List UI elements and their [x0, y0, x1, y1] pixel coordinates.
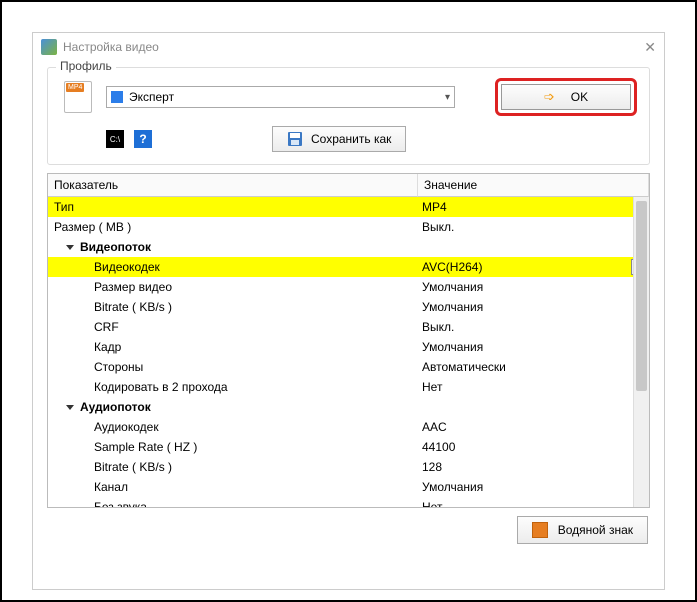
watermark-label: Водяной знак	[558, 523, 633, 537]
row-value: Нет	[422, 380, 442, 394]
row-label: Аудиопоток	[80, 400, 151, 414]
table-header: Показатель Значение	[48, 174, 649, 197]
expand-icon[interactable]	[66, 245, 74, 250]
save-as-button[interactable]: Сохранить как	[272, 126, 406, 152]
row-value: Нет	[422, 500, 442, 507]
header-value[interactable]: Значение	[418, 174, 649, 197]
ok-button-label: OK	[571, 90, 588, 104]
table-row[interactable]: ТипMP4▲	[48, 197, 649, 217]
vertical-scrollbar[interactable]	[633, 197, 649, 507]
dialog-window: Настройка видео ✕ Профиль MP4 Эксперт ▾ …	[32, 32, 665, 590]
table-row[interactable]: Кодировать в 2 прохода Нет	[48, 377, 649, 397]
row-label: Стороны	[54, 360, 143, 374]
watermark-icon	[532, 522, 548, 538]
help-icon[interactable]: ?	[134, 130, 152, 148]
ok-button[interactable]: ➩ OK	[501, 84, 631, 110]
row-label: Тип	[54, 200, 74, 214]
table-row[interactable]: Без звука Нет	[48, 497, 649, 507]
table-row[interactable]: Стороны Автоматически	[48, 357, 649, 377]
table-row[interactable]: Размер ( MB ) Выкл.	[48, 217, 649, 237]
arrow-right-icon: ➩	[544, 89, 555, 105]
row-label: Bitrate ( KB/s )	[54, 460, 172, 474]
row-value: MP4	[422, 200, 447, 214]
row-label: Без звука	[54, 500, 147, 507]
profile-type-icon	[111, 91, 123, 103]
row-label: Sample Rate ( HZ )	[54, 440, 197, 454]
row-label: CRF	[54, 320, 119, 334]
row-value: Автоматически	[422, 360, 506, 374]
table-body: ТипMP4▲Размер ( MB )Выкл.ВидеопотокВидео…	[48, 197, 649, 507]
row-label: Bitrate ( KB/s )	[54, 300, 172, 314]
table-row[interactable]: Видеопоток	[48, 237, 649, 257]
row-value: AVC(H264)	[422, 260, 482, 274]
row-value: Выкл.	[422, 320, 454, 334]
profile-select-value: Эксперт	[129, 90, 445, 104]
row-label: Канал	[54, 480, 128, 494]
table-row[interactable]: Аудиопоток	[48, 397, 649, 417]
profile-select[interactable]: Эксперт ▾	[106, 86, 455, 108]
row-label: Видеопоток	[80, 240, 151, 254]
table-row[interactable]: Кадр Умолчания	[48, 337, 649, 357]
table-row[interactable]: Bitrate ( KB/s ) 128	[48, 457, 649, 477]
chevron-down-icon: ▾	[445, 92, 450, 103]
row-value: Умолчания	[422, 340, 483, 354]
row-label: Кадр	[54, 340, 121, 354]
titlebar: Настройка видео ✕	[33, 33, 664, 61]
row-label: Размер видео	[54, 280, 172, 294]
settings-table: Показатель Значение ТипMP4▲Размер ( MB )…	[47, 173, 650, 508]
row-value: 44100	[422, 440, 455, 454]
window-title: Настройка видео	[63, 40, 644, 54]
row-value: Умолчания	[422, 300, 483, 314]
row-label: Размер ( MB )	[54, 220, 131, 234]
close-icon[interactable]: ✕	[644, 39, 656, 56]
table-row[interactable]: Канал Умолчания	[48, 477, 649, 497]
table-row[interactable]: CRF Выкл.	[48, 317, 649, 337]
row-label: Видеокодек	[54, 260, 160, 274]
header-param[interactable]: Показатель	[48, 174, 418, 197]
table-row[interactable]: Размер видео Умолчания	[48, 277, 649, 297]
row-label: Кодировать в 2 прохода	[54, 380, 228, 394]
table-row[interactable]: Bitrate ( KB/s ) Умолчания	[48, 297, 649, 317]
row-value: Умолчания	[422, 280, 483, 294]
profile-fieldset: Профиль MP4 Эксперт ▾ ➩ OK C:\	[47, 67, 650, 165]
save-as-label: Сохранить как	[311, 132, 391, 146]
watermark-button[interactable]: Водяной знак	[517, 516, 648, 544]
floppy-disk-icon	[287, 131, 303, 147]
scrollbar-thumb[interactable]	[636, 201, 647, 391]
console-icon[interactable]: C:\	[106, 130, 124, 148]
table-row[interactable]: Аудиокодек AAC	[48, 417, 649, 437]
ok-highlight: ➩ OK	[495, 78, 637, 116]
row-value: Выкл.	[422, 220, 454, 234]
profile-legend: Профиль	[56, 59, 116, 73]
table-row[interactable]: Sample Rate ( HZ ) 44100	[48, 437, 649, 457]
expand-icon[interactable]	[66, 405, 74, 410]
table-row[interactable]: ВидеокодекAVC(H264)⌄	[48, 257, 649, 277]
mp4-file-icon: MP4	[60, 79, 96, 115]
row-value: 128	[422, 460, 442, 474]
row-value: AAC	[422, 420, 447, 434]
app-icon	[41, 39, 57, 55]
row-label: Аудиокодек	[54, 420, 159, 434]
row-value: Умолчания	[422, 480, 483, 494]
